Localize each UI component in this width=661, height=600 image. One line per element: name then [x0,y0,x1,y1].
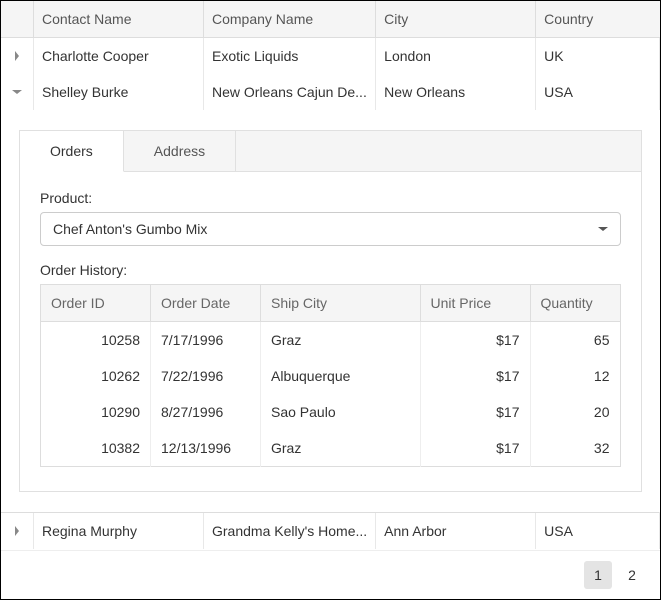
cell-contact: Shelley Burke [34,74,204,110]
tab-address[interactable]: Address [124,131,236,171]
page-button[interactable]: 2 [618,561,646,589]
cell-unitprice: $17 [420,358,530,394]
expand-toggle[interactable] [9,84,25,100]
history-header-row: Order ID Order Date Ship City Unit Price… [41,285,621,322]
cell-unitprice: $17 [420,322,530,359]
header-contact[interactable]: Contact Name [34,1,204,38]
header-row: Contact Name Company Name City Country [1,1,660,38]
history-row[interactable]: 10258 7/17/1996 Graz $17 65 [41,322,621,359]
table-row[interactable]: Shelley Burke New Orleans Cajun De... Ne… [1,74,660,110]
main-table: Contact Name Company Name City Country C… [1,1,660,549]
product-dropdown[interactable]: Chef Anton's Gumbo Mix [40,212,621,246]
cell-country: USA [536,513,660,549]
cell-shipcity: Sao Paulo [261,394,421,430]
tab-strip: Orders Address [20,131,641,172]
expand-toggle[interactable] [9,523,25,539]
cell-contact: Regina Murphy [34,513,204,549]
cell-orderid: 10382 [41,430,151,467]
cell-city: New Orleans [376,74,536,110]
cell-orderid: 10290 [41,394,151,430]
tab-body-orders: Product: Chef Anton's Gumbo Mix Order Hi… [20,172,641,491]
history-row[interactable]: 10290 8/27/1996 Sao Paulo $17 20 [41,394,621,430]
cell-quantity: 65 [530,322,620,359]
order-history-table: Order ID Order Date Ship City Unit Price… [40,284,621,467]
cell-company: New Orleans Cajun De... [204,74,376,110]
cell-contact: Charlotte Cooper [34,38,204,75]
cell-shipcity: Graz [261,322,421,359]
page-button[interactable]: 1 [584,561,612,589]
pager: 1 2 [1,550,660,599]
chevron-down-icon [598,221,608,237]
cell-quantity: 12 [530,358,620,394]
cell-company: Grandma Kelly's Home... [204,513,376,549]
cell-orderid: 10262 [41,358,151,394]
cell-quantity: 20 [530,394,620,430]
history-header-unitprice[interactable]: Unit Price [420,285,530,322]
cell-orderdate: 8/27/1996 [151,394,261,430]
header-country[interactable]: Country [536,1,660,38]
cell-orderdate: 7/17/1996 [151,322,261,359]
detail-row: Orders Address Product: Chef Anton's Gum… [1,110,660,513]
history-header-orderid[interactable]: Order ID [41,285,151,322]
cell-shipcity: Albuquerque [261,358,421,394]
chevron-right-icon [12,526,22,536]
cell-shipcity: Graz [261,430,421,467]
product-label: Product: [40,190,621,206]
tab-orders[interactable]: Orders [20,131,124,172]
cell-unitprice: $17 [420,394,530,430]
cell-country: USA [536,74,660,110]
chevron-right-icon [12,51,22,61]
cell-country: UK [536,38,660,75]
header-city[interactable]: City [376,1,536,38]
cell-unitprice: $17 [420,430,530,467]
cell-quantity: 32 [530,430,620,467]
header-expand [1,1,34,38]
history-label: Order History: [40,262,621,278]
cell-orderid: 10258 [41,322,151,359]
detail-panel: Orders Address Product: Chef Anton's Gum… [19,130,642,492]
history-header-shipcity[interactable]: Ship City [261,285,421,322]
cell-city: Ann Arbor [376,513,536,549]
expand-toggle[interactable] [9,48,25,64]
cell-orderdate: 7/22/1996 [151,358,261,394]
chevron-down-icon [12,87,22,97]
history-row[interactable]: 10382 12/13/1996 Graz $17 32 [41,430,621,467]
data-grid: Contact Name Company Name City Country C… [0,0,661,600]
product-value: Chef Anton's Gumbo Mix [53,221,207,237]
history-row[interactable]: 10262 7/22/1996 Albuquerque $17 12 [41,358,621,394]
table-row[interactable]: Regina Murphy Grandma Kelly's Home... An… [1,513,660,549]
header-company[interactable]: Company Name [204,1,376,38]
history-header-quantity[interactable]: Quantity [530,285,620,322]
cell-orderdate: 12/13/1996 [151,430,261,467]
table-row[interactable]: Charlotte Cooper Exotic Liquids London U… [1,38,660,75]
cell-company: Exotic Liquids [204,38,376,75]
cell-city: London [376,38,536,75]
history-header-orderdate[interactable]: Order Date [151,285,261,322]
